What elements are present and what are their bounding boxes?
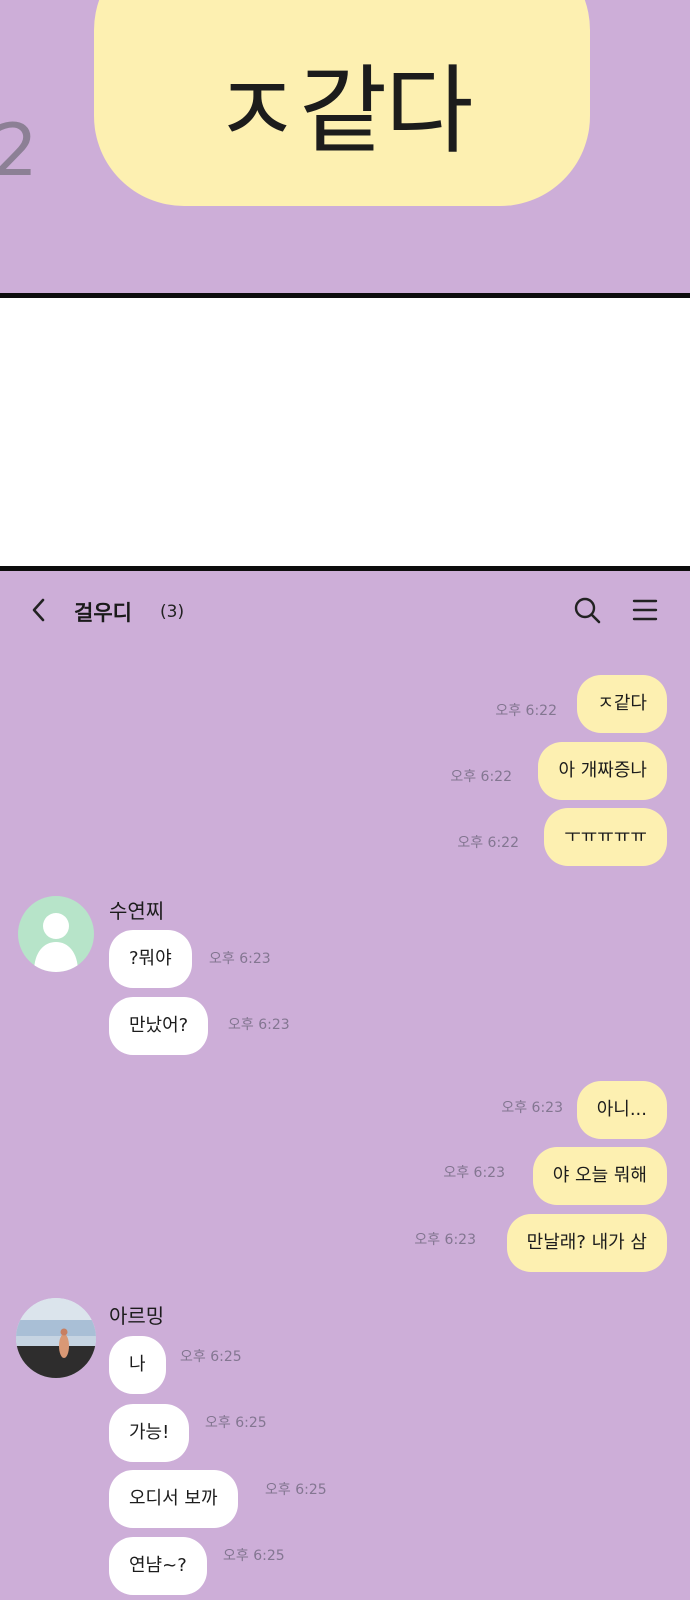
message-text: 나 (129, 1354, 146, 1375)
message-text: 만날래? 내가 삼 (526, 1232, 647, 1253)
profile-photo-icon (16, 1298, 96, 1378)
chevron-left-icon (32, 598, 45, 622)
menu-button[interactable] (630, 595, 660, 625)
search-button[interactable] (572, 595, 602, 625)
message-timestamp: 오후 6:22 (450, 769, 512, 785)
message-timestamp: 오후 6:23 (443, 1165, 505, 1181)
sender-name: 수연찌 (109, 899, 165, 923)
message-timestamp: 오후 6:25 (205, 1415, 267, 1431)
avatar[interactable] (18, 896, 94, 972)
message-timestamp: 오후 6:23 (228, 1017, 290, 1033)
other-message-bubble[interactable]: 나 (109, 1336, 166, 1394)
message-timestamp: 오후 6:25 (223, 1548, 285, 1564)
sender-name: 아르밍 (109, 1304, 165, 1328)
avatar[interactable] (16, 1298, 96, 1378)
message-text: 만났어? (129, 1015, 189, 1036)
message-text: 가능! (129, 1422, 170, 1443)
my-message-bubble[interactable]: 야 오늘 뭐해 (532, 1147, 667, 1205)
other-message-bubble[interactable]: 만났어? (109, 997, 209, 1055)
my-message-bubble[interactable]: ㅈ같다 (577, 675, 667, 733)
message-text: ㅈ같다 (597, 693, 647, 714)
my-message-bubble[interactable]: 아니... (576, 1081, 667, 1139)
chat-header: 걸우디 (3) (0, 571, 690, 653)
message-text: 오디서 보까 (129, 1488, 218, 1509)
message-timestamp: 오후 6:25 (265, 1482, 327, 1498)
default-profile-icon (34, 913, 78, 972)
my-message-bubble[interactable]: ㅜㅠㅠㅠㅠ (544, 808, 667, 866)
message-timestamp: 오후 6:22 (457, 835, 519, 851)
message-timestamp: 오후 6:23 (501, 1100, 563, 1116)
message-text: ?뭐야 (129, 948, 172, 969)
message-timestamp: 오후 6:23 (414, 1232, 476, 1248)
other-message-bubble[interactable]: 연냠~? (109, 1537, 207, 1595)
member-count: (3) (160, 602, 185, 622)
message-text: ㅜㅠㅠㅠㅠ (564, 826, 647, 847)
my-message-bubble[interactable]: 만날래? 내가 삼 (506, 1214, 667, 1272)
search-icon (574, 597, 601, 624)
message-text: 연냠~? (129, 1555, 187, 1576)
message-text: 아 개짜증나 (558, 760, 647, 781)
hamburger-menu-icon (632, 599, 658, 621)
message-timestamp: 오후 6:23 (209, 951, 271, 967)
back-button[interactable] (26, 595, 54, 625)
message-text: 야 오늘 뭐해 (552, 1165, 647, 1186)
message-text: 아니... (596, 1099, 647, 1120)
message-timestamp: 오후 6:25 (180, 1349, 242, 1365)
other-message-bubble[interactable]: 가능! (109, 1404, 190, 1462)
zoomed-timestamp-fragment: 2 (0, 108, 38, 192)
zoomed-message-panel: 2 ㅈ같다 (0, 0, 690, 293)
blank-spacer (0, 298, 690, 566)
zoomed-message-text: ㅈ같다 (212, 54, 474, 167)
other-message-bubble[interactable]: ?뭐야 (109, 930, 192, 988)
other-message-bubble[interactable]: 오디서 보까 (109, 1470, 238, 1528)
zoomed-message-bubble: ㅈ같다 (94, 0, 590, 206)
message-timestamp: 오후 6:22 (495, 703, 557, 719)
chat-screen: 걸우디 (3) ㅈ같다 오후 6:22 아 개짜증나 오후 6:22 ㅜㅠㅠㅠㅠ… (0, 571, 690, 1600)
chat-room-title: 걸우디 (74, 601, 132, 625)
my-message-bubble[interactable]: 아 개짜증나 (538, 742, 667, 800)
